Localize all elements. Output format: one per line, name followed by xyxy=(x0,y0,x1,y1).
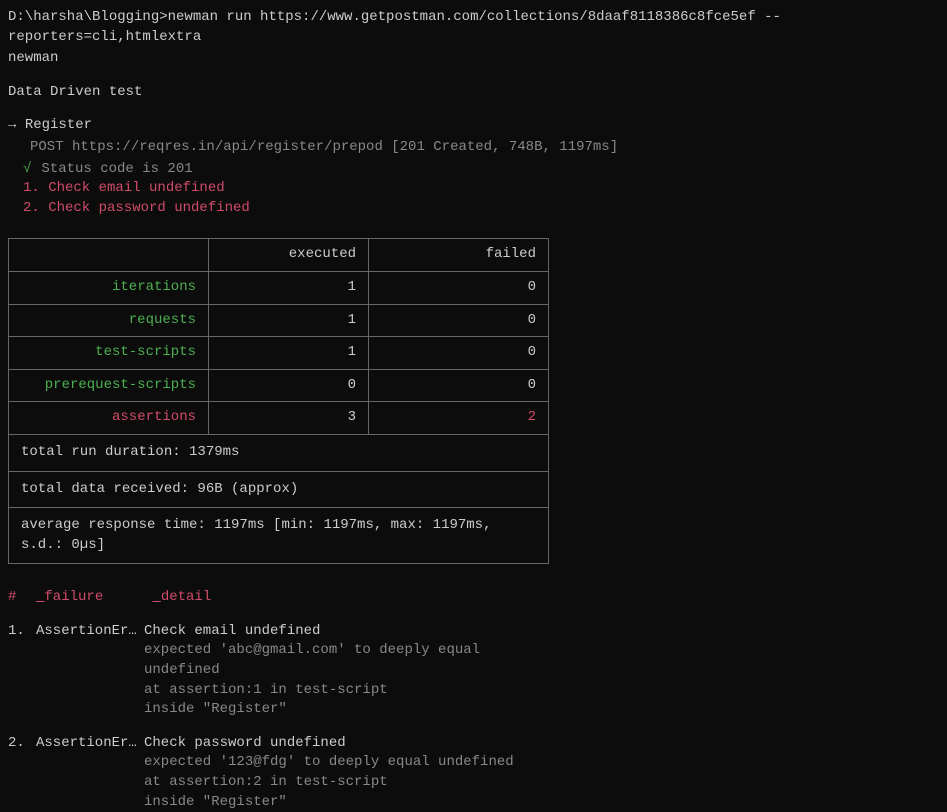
metric-name: requests xyxy=(9,304,209,337)
failure-detail-line: at assertion:1 in test-script xyxy=(144,681,480,701)
assertion-pass: √Status code is 201 xyxy=(8,160,939,180)
failure-error-type: AssertionEr… xyxy=(36,622,144,642)
table-row: assertions32 xyxy=(9,402,549,435)
failure-error-type: AssertionEr… xyxy=(36,734,144,754)
metric-failed: 0 xyxy=(369,271,549,304)
metric-executed: 1 xyxy=(209,337,369,370)
metric-failed: 2 xyxy=(369,402,549,435)
failure-number: 1. xyxy=(8,622,36,642)
metric-failed: 0 xyxy=(369,369,549,402)
assertion-fail: 2. Check password undefined xyxy=(8,199,939,219)
metric-failed: 0 xyxy=(369,337,549,370)
failure-detail-line: undefined xyxy=(144,661,480,681)
assertion-text: Status code is 201 xyxy=(31,161,192,177)
metric-executed: 3 xyxy=(209,402,369,435)
summary-table: executed failed iterations10requests10te… xyxy=(8,238,549,564)
metric-name: test-scripts xyxy=(9,337,209,370)
table-row: iterations10 xyxy=(9,271,549,304)
collection-name: Data Driven test xyxy=(8,83,939,103)
assertion-list: √Status code is 2011. Check email undefi… xyxy=(8,160,939,219)
table-row: prerequest-scripts00 xyxy=(9,369,549,402)
metric-executed: 0 xyxy=(209,369,369,402)
metric-name: prerequest-scripts xyxy=(9,369,209,402)
footer-text: total run duration: 1379ms xyxy=(9,434,549,471)
failure-col-detail: detail xyxy=(161,588,211,608)
failure-row: 1.AssertionEr…Check email undefinedexpec… xyxy=(8,622,939,720)
metric-executed: 1 xyxy=(209,271,369,304)
failure-detail-line: expected '123@fdg' to deeply equal undef… xyxy=(144,753,514,773)
footer-text: average response time: 1197ms [min: 1197… xyxy=(9,508,549,564)
metric-executed: 1 xyxy=(209,304,369,337)
table-header-row: executed failed xyxy=(9,239,549,272)
failure-title: Check email undefined xyxy=(144,622,480,642)
metric-name: assertions xyxy=(9,402,209,435)
assertion-fail: 1. Check email undefined xyxy=(8,179,939,199)
table-footer-row: total run duration: 1379ms xyxy=(9,434,549,471)
failure-detail: Check email undefinedexpected 'abc@gmail… xyxy=(144,622,480,720)
failure-detail-line: at assertion:2 in test-script xyxy=(144,773,514,793)
request-response-line: POST https://reqres.in/api/register/prep… xyxy=(8,138,939,158)
header-failed: failed xyxy=(369,239,549,272)
table-row: test-scripts10 xyxy=(9,337,549,370)
header-executed: executed xyxy=(209,239,369,272)
command-prompt: D:\harsha\Blogging>newman run https://ww… xyxy=(8,8,939,47)
failure-detail-line: expected 'abc@gmail.com' to deeply equal xyxy=(144,641,480,661)
metric-name: iterations xyxy=(9,271,209,304)
footer-text: total data received: 96B (approx) xyxy=(9,471,549,508)
failure-col-failure: failure xyxy=(44,588,152,608)
request-name: → Register xyxy=(8,116,939,136)
request-label: Register xyxy=(25,117,92,133)
tool-name: newman xyxy=(8,49,939,69)
failure-detail-line: inside "Register" xyxy=(144,793,514,812)
failure-detail-line: inside "Register" xyxy=(144,700,480,720)
table-footer-row: average response time: 1197ms [min: 1197… xyxy=(9,508,549,564)
failure-number: 2. xyxy=(8,734,36,754)
header-blank xyxy=(9,239,209,272)
failure-col-hash: # xyxy=(8,588,36,608)
failure-header: # failure detail xyxy=(8,588,939,608)
arrow-icon: → xyxy=(8,117,16,133)
metric-failed: 0 xyxy=(369,304,549,337)
failure-detail: Check password undefinedexpected '123@fd… xyxy=(144,734,514,812)
failure-list: 1.AssertionEr…Check email undefinedexpec… xyxy=(8,622,939,812)
failure-title: Check password undefined xyxy=(144,734,514,754)
table-footer-row: total data received: 96B (approx) xyxy=(9,471,549,508)
failure-row: 2.AssertionEr…Check password undefinedex… xyxy=(8,734,939,812)
table-row: requests10 xyxy=(9,304,549,337)
